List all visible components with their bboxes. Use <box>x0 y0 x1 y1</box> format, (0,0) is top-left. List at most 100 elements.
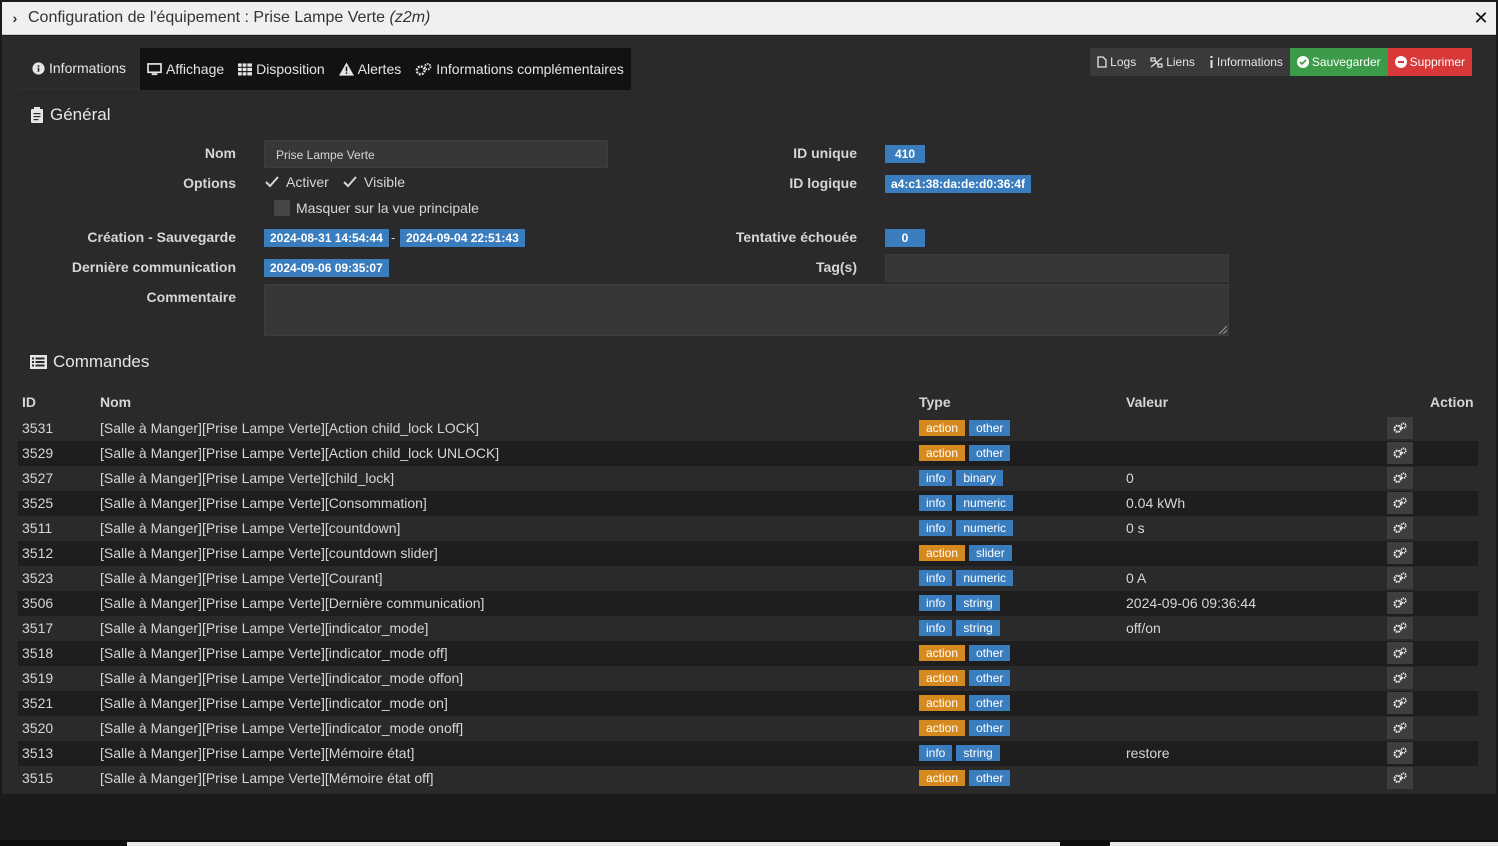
check-icon <box>264 174 280 190</box>
cell-nom[interactable]: [Salle à Manger][Prise Lampe Verte][Cour… <box>100 570 382 586</box>
configure-button[interactable] <box>1387 467 1413 489</box>
table-row[interactable]: 3519 [Salle à Manger][Prise Lampe Verte][… <box>18 666 1478 691</box>
masquer-checkbox[interactable]: Masquer sur la vue principale <box>274 200 479 216</box>
header-type[interactable]: Type <box>919 394 951 410</box>
commentaire-textarea[interactable] <box>264 284 1229 336</box>
cell-type: info string <box>919 620 1004 636</box>
configure-button[interactable] <box>1387 542 1413 564</box>
table-row[interactable]: 3525 [Salle à Manger][Prise Lampe Verte][… <box>18 491 1478 516</box>
gears-icon <box>1393 622 1407 634</box>
cell-type: action other <box>919 670 1014 686</box>
configure-button[interactable] <box>1387 667 1413 689</box>
horizontal-scroll-track-right[interactable] <box>1110 842 1498 846</box>
gears-icon <box>1393 697 1407 709</box>
supprimer-button-label: Supprimer <box>1409 55 1465 69</box>
cell-type: info numeric <box>919 570 1017 586</box>
cell-nom[interactable]: [Salle à Manger][Prise Lampe Verte][chil… <box>100 470 394 486</box>
configure-button[interactable] <box>1387 517 1413 539</box>
table-row[interactable]: 3513 [Salle à Manger][Prise Lampe Verte][… <box>18 741 1478 766</box>
activer-checkbox[interactable]: Activer <box>264 174 329 190</box>
cell-nom[interactable]: [Salle à Manger][Prise Lampe Verte][Mémo… <box>100 745 414 761</box>
cell-nom[interactable]: [Salle à Manger][Prise Lampe Verte][indi… <box>100 720 463 736</box>
configure-button[interactable] <box>1387 717 1413 739</box>
header-nom[interactable]: Nom <box>100 394 131 410</box>
table-row[interactable]: 3506 [Salle à Manger][Prise Lampe Verte][… <box>18 591 1478 616</box>
configure-button[interactable] <box>1387 492 1413 514</box>
chevron-right-icon[interactable]: › <box>2 10 28 26</box>
visible-checkbox[interactable]: Visible <box>342 174 405 190</box>
header-valeur[interactable]: Valeur <box>1126 394 1168 410</box>
configure-button[interactable] <box>1387 417 1413 439</box>
table-row[interactable]: 3523 [Salle à Manger][Prise Lampe Verte][… <box>18 566 1478 591</box>
cell-nom[interactable]: [Salle à Manger][Prise Lampe Verte][coun… <box>100 520 400 536</box>
configure-button[interactable] <box>1387 767 1413 789</box>
table-row[interactable]: 3517 [Salle à Manger][Prise Lampe Verte][… <box>18 616 1478 641</box>
configure-button[interactable] <box>1387 592 1413 614</box>
configure-button[interactable] <box>1387 617 1413 639</box>
commands-table: ID Nom Type Valeur Action 3531 [Salle à M… <box>18 388 1478 791</box>
tab-affichage[interactable]: Affichage <box>140 48 231 90</box>
link-icon <box>1150 56 1163 68</box>
sauvegarder-button[interactable]: Sauvegarder <box>1289 48 1388 76</box>
configure-button[interactable] <box>1387 567 1413 589</box>
cell-nom[interactable]: [Salle à Manger][Prise Lampe Verte][Cons… <box>100 495 427 511</box>
tentative-badge: 0 <box>885 229 925 247</box>
gears-icon <box>1393 772 1407 784</box>
table-row[interactable]: 3512 [Salle à Manger][Prise Lampe Verte][… <box>18 541 1478 566</box>
cell-nom[interactable]: [Salle à Manger][Prise Lampe Verte][indi… <box>100 670 463 686</box>
gears-icon <box>1393 447 1407 459</box>
tab-alertes[interactable]: Alertes <box>332 48 409 90</box>
gears-icon <box>1393 647 1407 659</box>
cell-nom[interactable]: [Salle à Manger][Prise Lampe Verte][Mémo… <box>100 770 434 786</box>
cell-nom[interactable]: [Salle à Manger][Prise Lampe Verte][Acti… <box>100 420 479 436</box>
liens-button[interactable]: Liens <box>1143 48 1202 76</box>
tab-informations[interactable]: Informations <box>18 48 141 90</box>
subtype-badge: string <box>956 745 1000 761</box>
supprimer-button[interactable]: Supprimer <box>1387 48 1472 76</box>
cell-nom[interactable]: [Salle à Manger][Prise Lampe Verte][Acti… <box>100 445 499 461</box>
informations-button[interactable]: Informations <box>1201 48 1290 76</box>
cell-nom[interactable]: [Salle à Manger][Prise Lampe Verte][Dern… <box>100 595 484 611</box>
type-badge: info <box>919 495 953 511</box>
cell-id: 3527 <box>22 470 54 486</box>
configure-button[interactable] <box>1387 742 1413 764</box>
date-separator: - <box>391 230 396 245</box>
tab-informations-complementaires[interactable]: Informations complémentaires <box>408 48 631 90</box>
tags-input[interactable] <box>885 254 1229 282</box>
table-row[interactable]: 3515 [Salle à Manger][Prise Lampe Verte][… <box>18 766 1478 791</box>
table-row[interactable]: 3531 [Salle à Manger][Prise Lampe Verte][… <box>18 416 1478 441</box>
horizontal-scroll-track[interactable] <box>127 842 1060 846</box>
cell-nom[interactable]: [Salle à Manger][Prise Lampe Verte][indi… <box>100 695 448 711</box>
configure-button[interactable] <box>1387 642 1413 664</box>
header-action[interactable]: Action <box>1430 394 1474 410</box>
tab-disposition[interactable]: Disposition <box>231 48 331 90</box>
configure-button[interactable] <box>1387 692 1413 714</box>
table-header: ID Nom Type Valeur Action <box>18 388 1478 416</box>
id-unique-badge: 410 <box>885 145 925 163</box>
cell-nom[interactable]: [Salle à Manger][Prise Lampe Verte][coun… <box>100 545 438 561</box>
cell-nom[interactable]: [Salle à Manger][Prise Lampe Verte][indi… <box>100 645 448 661</box>
table-row[interactable]: 3529 [Salle à Manger][Prise Lampe Verte][… <box>18 441 1478 466</box>
tab-label: Affichage <box>166 61 225 77</box>
table-row[interactable]: 3511 [Salle à Manger][Prise Lampe Verte][… <box>18 516 1478 541</box>
type-badge: action <box>919 720 966 736</box>
table-row[interactable]: 3521 [Salle à Manger][Prise Lampe Verte][… <box>18 691 1478 716</box>
modal-title-text: Configuration de l'équipement : Prise La… <box>28 9 386 26</box>
table-row[interactable]: 3527 [Salle à Manger][Prise Lampe Verte][… <box>18 466 1478 491</box>
nom-input[interactable]: Prise Lampe Verte <box>264 140 608 168</box>
cell-id: 3521 <box>22 695 54 711</box>
logs-button[interactable]: Logs <box>1090 48 1144 76</box>
table-row[interactable]: 3520 [Salle à Manger][Prise Lampe Verte][… <box>18 716 1478 741</box>
cell-type: action other <box>919 720 1014 736</box>
table-row[interactable]: 3518 [Salle à Manger][Prise Lampe Verte][… <box>18 641 1478 666</box>
cell-valeur: 0 <box>1126 470 1134 486</box>
type-badge: info <box>919 745 953 761</box>
checkbox-empty-icon <box>274 200 290 216</box>
close-icon[interactable]: ✕ <box>1472 8 1490 28</box>
scrollbar[interactable] <box>1492 76 1496 794</box>
resize-handle-icon <box>1219 326 1227 334</box>
modal-title: Configuration de l'équipement : Prise La… <box>28 9 430 27</box>
configure-button[interactable] <box>1387 442 1413 464</box>
header-id[interactable]: ID <box>22 394 36 410</box>
cell-nom[interactable]: [Salle à Manger][Prise Lampe Verte][indi… <box>100 620 428 636</box>
